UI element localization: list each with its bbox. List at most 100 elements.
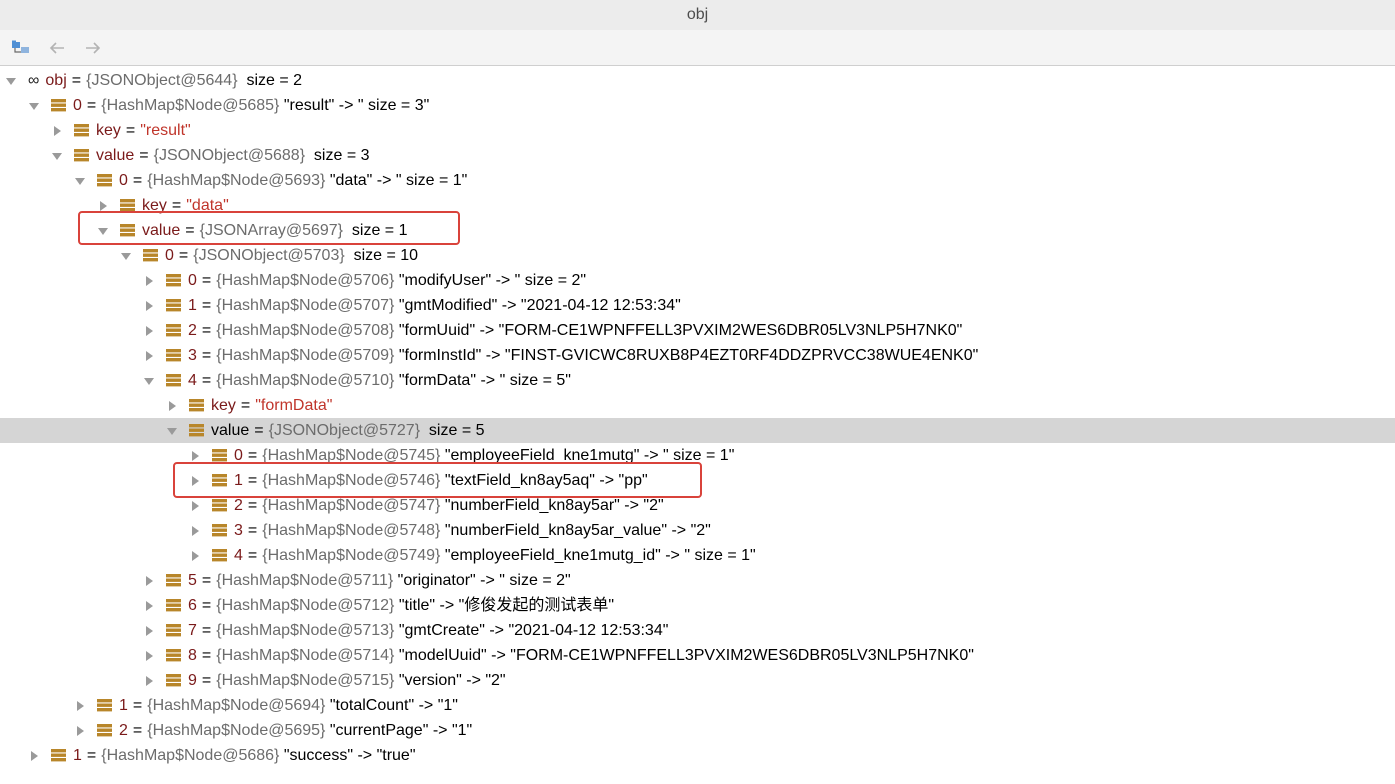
- field-icon: [97, 699, 112, 712]
- equals-sign: =: [240, 397, 251, 414]
- field-icon: [212, 449, 227, 462]
- equals-sign: =: [201, 347, 212, 364]
- expand-arrow-icon[interactable]: [142, 293, 156, 318]
- expand-arrow-icon[interactable]: [73, 693, 87, 718]
- node-type: {HashMap$Node@5749}: [262, 547, 441, 564]
- collapse-arrow-icon[interactable]: [142, 368, 156, 393]
- toolbar: [0, 30, 1395, 66]
- tree-row[interactable]: ∞ obj = {JSONObject@5644} size = 2: [0, 68, 1395, 93]
- node-type: {JSONObject@5688}: [153, 147, 306, 164]
- tree-row[interactable]: 5 = {HashMap$Node@5711} "originator" -> " …: [0, 568, 1395, 593]
- expand-arrow-icon[interactable]: [188, 518, 202, 543]
- collapse-arrow-icon[interactable]: [73, 168, 87, 193]
- node-value: "textField_kn8ay5aq" -> "pp": [440, 472, 648, 489]
- expand-arrow-icon[interactable]: [27, 743, 41, 768]
- tree-row[interactable]: 1 = {HashMap$Node@5746} "textField_kn8ay5a…: [0, 468, 1395, 493]
- tree-row[interactable]: 1 = {HashMap$Node@5707} "gmtModified" -> "…: [0, 293, 1395, 318]
- tree-row[interactable]: 0 = {HashMap$Node@5693} "data" -> " size =…: [0, 168, 1395, 193]
- tree-row[interactable]: value = {JSONArray@5697} size = 1: [0, 218, 1395, 243]
- tree-row[interactable]: key = "formData": [0, 393, 1395, 418]
- tree-row[interactable]: 6 = {HashMap$Node@5712} "title" -> "修俊发起的测…: [0, 593, 1395, 618]
- node-value: size = 5: [420, 422, 485, 439]
- tree-row[interactable]: 2 = {HashMap$Node@5747} "numberField_kn8ay…: [0, 493, 1395, 518]
- expand-arrow-icon[interactable]: [188, 543, 202, 568]
- equals-sign: =: [125, 122, 136, 139]
- tree-row[interactable]: 8 = {HashMap$Node@5714} "modelUuid" -> "FO…: [0, 643, 1395, 668]
- node-type: {HashMap$Node@5694}: [147, 697, 326, 714]
- tree-row[interactable]: 1 = {HashMap$Node@5694} "totalCount" -> "1…: [0, 693, 1395, 718]
- node-value: "gmtModified" -> "2021-04-12 12:53:34": [394, 297, 681, 314]
- node-name: 1: [119, 697, 128, 714]
- expand-arrow-icon[interactable]: [188, 493, 202, 518]
- expand-arrow-icon[interactable]: [142, 343, 156, 368]
- expand-arrow-icon[interactable]: [142, 593, 156, 618]
- tree-row[interactable]: 4 = {HashMap$Node@5749} "employeeField_kne…: [0, 543, 1395, 568]
- expand-arrow-icon[interactable]: [142, 668, 156, 693]
- node-name: 1: [234, 472, 243, 489]
- expand-arrow-icon[interactable]: [96, 193, 110, 218]
- field-icon: [166, 374, 181, 387]
- expand-arrow-icon[interactable]: [50, 118, 64, 143]
- node-type: {HashMap$Node@5712}: [216, 597, 395, 614]
- expand-arrow-icon[interactable]: [165, 393, 179, 418]
- tree-row[interactable]: 3 = {HashMap$Node@5748} "numberField_kn8ay…: [0, 518, 1395, 543]
- node-name: 0: [119, 172, 128, 189]
- node-value: size = 10: [344, 247, 419, 264]
- node-name: key: [96, 122, 121, 139]
- tree-row[interactable]: key = "data": [0, 193, 1395, 218]
- field-icon: [97, 174, 112, 187]
- tree-row[interactable]: 7 = {HashMap$Node@5713} "gmtCreate" -> "20…: [0, 618, 1395, 643]
- node-name: 5: [188, 572, 197, 589]
- node-name: 0: [234, 447, 243, 464]
- expand-arrow-icon[interactable]: [73, 718, 87, 743]
- collapse-arrow-icon[interactable]: [4, 68, 18, 93]
- tree-row[interactable]: 1 = {HashMap$Node@5686} "success" -> "true…: [0, 743, 1395, 768]
- node-value: "result" -> " size = 3": [279, 97, 430, 114]
- tree-row[interactable]: key = "result": [0, 118, 1395, 143]
- collapse-arrow-icon[interactable]: [27, 93, 41, 118]
- tree-row[interactable]: 9 = {HashMap$Node@5715} "version" -> "2": [0, 668, 1395, 693]
- expand-arrow-icon[interactable]: [142, 618, 156, 643]
- node-value: "formInstId" -> "FINST-GVICWC8RUXB8P4EZT…: [394, 347, 979, 364]
- node-name: 3: [188, 347, 197, 364]
- node-name: 6: [188, 597, 197, 614]
- folder-tree-icon[interactable]: [10, 37, 32, 59]
- expand-arrow-icon[interactable]: [188, 468, 202, 493]
- tree-row[interactable]: 0 = {HashMap$Node@5706} "modifyUser" -> " …: [0, 268, 1395, 293]
- node-value: "numberField_kn8ay5ar" -> "2": [440, 497, 664, 514]
- equals-sign: =: [247, 497, 258, 514]
- node-type: {HashMap$Node@5711}: [216, 572, 394, 589]
- node-type: {HashMap$Node@5713}: [216, 622, 395, 639]
- expand-arrow-icon[interactable]: [142, 643, 156, 668]
- field-icon: [51, 99, 66, 112]
- node-type: {HashMap$Node@5685}: [101, 97, 280, 114]
- node-value: "success" -> "true": [279, 747, 416, 764]
- node-type: {HashMap$Node@5706}: [216, 272, 395, 289]
- tree-row[interactable]: 0 = {HashMap$Node@5685} "result" -> " size…: [0, 93, 1395, 118]
- collapse-arrow-icon[interactable]: [50, 143, 64, 168]
- collapse-arrow-icon[interactable]: [96, 218, 110, 243]
- tree-row[interactable]: 2 = {HashMap$Node@5695} "currentPage" -> "…: [0, 718, 1395, 743]
- back-arrow-icon[interactable]: [46, 37, 68, 59]
- tree-row[interactable]: 4 = {HashMap$Node@5710} "formData" -> " si…: [0, 368, 1395, 393]
- node-value: "employeeField_kne1mutg_id" -> " size = …: [440, 547, 756, 564]
- tree-row[interactable]: 3 = {HashMap$Node@5709} "formInstId" -> "F…: [0, 343, 1395, 368]
- expand-arrow-icon[interactable]: [142, 318, 156, 343]
- node-type: {HashMap$Node@5745}: [262, 447, 441, 464]
- collapse-arrow-icon[interactable]: [119, 243, 133, 268]
- tree-row[interactable]: 2 = {HashMap$Node@5708} "formUuid" -> "FOR…: [0, 318, 1395, 343]
- tree-row[interactable]: value = {JSONObject@5727} size = 5: [0, 418, 1395, 443]
- expand-arrow-icon[interactable]: [188, 443, 202, 468]
- forward-arrow-icon[interactable]: [82, 37, 104, 59]
- field-icon: [166, 649, 181, 662]
- expand-arrow-icon[interactable]: [142, 568, 156, 593]
- equals-sign: =: [178, 247, 189, 264]
- expand-arrow-icon[interactable]: [142, 268, 156, 293]
- equals-sign: =: [201, 272, 212, 289]
- collapse-arrow-icon[interactable]: [165, 418, 179, 443]
- equals-sign: =: [201, 372, 212, 389]
- tree-row[interactable]: 0 = {JSONObject@5703} size = 10: [0, 243, 1395, 268]
- tree-row[interactable]: 0 = {HashMap$Node@5745} "employeeField_kne…: [0, 443, 1395, 468]
- node-string-value: "data": [186, 197, 229, 214]
- tree-row[interactable]: value = {JSONObject@5688} size = 3: [0, 143, 1395, 168]
